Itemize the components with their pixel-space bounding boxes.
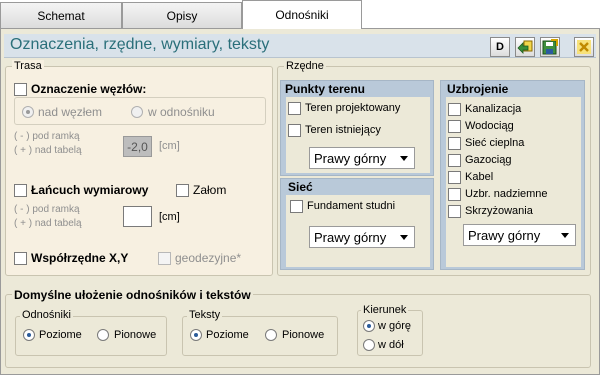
- nad-tabela-label-2: ( + ) nad tabelą: [14, 218, 82, 229]
- save-button[interactable]: [540, 37, 560, 57]
- teren-istniejacy-label: Teren istniejący: [305, 124, 381, 136]
- geodezyjne-label: geodezyjne*: [175, 251, 242, 265]
- chevron-down-icon: [400, 156, 408, 161]
- w-odnosniku-radio[interactable]: [131, 106, 143, 118]
- close-button[interactable]: [574, 37, 594, 57]
- geodezyjne-checkbox[interactable]: [158, 252, 171, 265]
- punkty-position-value: Prawy górny: [314, 150, 387, 166]
- teren-projektowany-label: Teren projektowany: [305, 102, 401, 114]
- kierunek-label: Kierunek: [361, 304, 409, 316]
- teksty-poziome-label: Poziome: [206, 329, 249, 341]
- uzbrojenie-position-value: Prawy górny: [468, 227, 541, 243]
- lancuch-unit: [cm]: [159, 211, 180, 223]
- kierunek-w-dol-label: w dół: [378, 339, 404, 351]
- siec-title: Sieć: [288, 180, 313, 194]
- kierunek-w-dol-radio[interactable]: [363, 339, 375, 351]
- odnosniki-poziome-radio[interactable]: [23, 329, 35, 341]
- wodociag-label: Wodociąg: [465, 120, 514, 132]
- chevron-down-icon: [561, 233, 569, 238]
- teren-istniejacy-checkbox[interactable]: [288, 124, 301, 137]
- teksty-label: Teksty: [187, 309, 223, 321]
- odnosniki-poziome-label: Poziome: [39, 329, 82, 341]
- pod-ramka-label-2: ( - ) pod ramką: [14, 204, 80, 215]
- tab-schemat[interactable]: Schemat: [0, 2, 122, 28]
- siec-cieplna-label: Sieć cieplna: [465, 137, 525, 149]
- fundament-studni-label: Fundament studni: [307, 200, 396, 212]
- load-button[interactable]: [515, 37, 535, 57]
- skrzyzowania-label: Skrzyżowania: [465, 205, 533, 217]
- load-arrow-icon: [517, 40, 533, 54]
- tab-opisy[interactable]: Opisy: [122, 2, 242, 28]
- d-button[interactable]: D: [490, 37, 510, 57]
- tab-opisy-label: Opisy: [166, 8, 198, 23]
- lancuch-checkbox[interactable]: [14, 184, 27, 197]
- tab-schemat-label: Schemat: [37, 8, 85, 23]
- odnosniki-pionowe-label: Pionowe: [114, 329, 157, 341]
- wodociag-checkbox[interactable]: [448, 120, 461, 133]
- oznaczenie-checkbox[interactable]: [14, 83, 27, 96]
- kabel-checkbox[interactable]: [448, 171, 461, 184]
- save-disk-icon: [542, 39, 558, 55]
- uzbrojenie-title: Uzbrojenie: [447, 82, 509, 96]
- gazociag-checkbox[interactable]: [448, 154, 461, 167]
- kanalizacja-label: Kanalizacja: [465, 103, 522, 115]
- teksty-pionowe-radio[interactable]: [265, 329, 277, 341]
- wspolrzedne-checkbox[interactable]: [14, 252, 27, 265]
- trasa-label: Trasa: [12, 60, 44, 72]
- odnosniki-label: Odnośniki: [20, 309, 73, 321]
- tab-odnosniki[interactable]: Odnośniki: [242, 0, 362, 29]
- uzbrojenie-position-select[interactable]: Prawy górny: [463, 224, 576, 246]
- teren-projektowany-checkbox[interactable]: [288, 102, 301, 115]
- odnosniki-pionowe-radio[interactable]: [97, 329, 109, 341]
- lancuch-label: Łańcuch wymiarowy: [31, 183, 149, 197]
- siec-position-value: Prawy górny: [314, 229, 387, 245]
- teksty-poziome-radio[interactable]: [190, 329, 202, 341]
- uzbr-nadziemne-label: Uzbr. nadziemne: [465, 188, 548, 200]
- chevron-down-icon: [400, 235, 408, 240]
- page-title: Oznaczenia, rzędne, wymiary, teksty: [10, 36, 270, 53]
- pod-ramka-label: ( - ) pod ramką: [14, 131, 80, 142]
- kierunek-w-gore-label: w górę: [378, 320, 412, 332]
- wspolrzedne-label: Współrzędne X,Y: [31, 251, 129, 265]
- fundament-studni-checkbox[interactable]: [290, 200, 303, 213]
- siec-cieplna-checkbox[interactable]: [448, 137, 461, 150]
- d-button-label: D: [496, 41, 504, 53]
- skrzyzowania-checkbox[interactable]: [448, 205, 461, 218]
- kanalizacja-checkbox[interactable]: [448, 103, 461, 116]
- zalom-checkbox[interactable]: [176, 184, 189, 197]
- kabel-label: Kabel: [465, 171, 494, 183]
- uzbr-nadziemne-checkbox[interactable]: [448, 188, 461, 201]
- lancuch-input[interactable]: [123, 206, 152, 227]
- punkty-terenu-title: Punkty terenu: [285, 82, 366, 96]
- nad-tabela-label: ( + ) nad tabelą: [14, 145, 82, 156]
- rzedne-label: Rzędne: [284, 60, 326, 72]
- kierunek-w-gore-radio[interactable]: [363, 320, 375, 332]
- zalom-label: Załom: [193, 183, 227, 197]
- gazociag-label: Gazociąg: [465, 154, 512, 166]
- close-icon: [577, 40, 591, 54]
- w-odnosniku-label: w odnośniku: [148, 105, 215, 119]
- offset-input[interactable]: -2,0: [123, 136, 152, 157]
- punkty-position-select[interactable]: Prawy górny: [309, 147, 415, 169]
- offset-value: -2,0: [127, 139, 148, 154]
- siec-position-select[interactable]: Prawy górny: [309, 226, 415, 248]
- tab-odnosniki-label: Odnośniki: [275, 8, 329, 22]
- teksty-pionowe-label: Pionowe: [282, 329, 325, 341]
- domyslne-label: Domyślne ułożenie odnośników i tekstów: [12, 288, 253, 302]
- nad-wezlem-label: nad węzłem: [38, 105, 103, 119]
- offset-unit: [cm]: [159, 140, 180, 152]
- oznaczenie-label: Oznaczenie węzłów:: [31, 82, 147, 96]
- nad-wezlem-radio[interactable]: [22, 106, 34, 118]
